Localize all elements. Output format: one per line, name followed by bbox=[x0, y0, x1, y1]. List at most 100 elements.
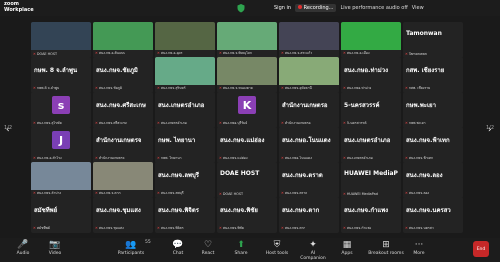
participant-tile[interactable]: ✕สนง.กษจ.ลำปาง bbox=[31, 162, 91, 198]
participants-button[interactable]: 👥 Participants bbox=[116, 240, 146, 256]
breakout-rooms-button[interactable]: ⊞ Breakout rooms bbox=[366, 240, 406, 256]
video-grid: ✕DOAE HOST ✕สนง.กษ.อ.ต้นแบบ ✕สนง.กษ.อ.อุดร… bbox=[31, 22, 466, 233]
participant-tile[interactable]: กสพ. เชียงราย ✕กสพ. เชียงราย bbox=[403, 57, 463, 93]
participant-label: ✕สนง.กษจ.อุทัยธานี bbox=[281, 86, 312, 91]
participant-tile[interactable]: สำนักงานเกษตรจ ✕สำนักงานเกษตรจ bbox=[93, 127, 153, 163]
participant-tile[interactable]: K ✕สนง.กษอ.บุรีรัมย์ bbox=[217, 92, 277, 128]
participant-tile[interactable]: ✕สนง.กษ.อ.อุดร bbox=[155, 22, 215, 58]
ai-companion-button[interactable]: ✦ AI Companion bbox=[298, 240, 328, 261]
participant-label-text: สนง.กษจ.ศรีสะเกษ bbox=[98, 121, 127, 125]
participant-tile[interactable]: สนง.กษจ.ชัยภูมิ ✕สนง.กษจ.ชัยภูมิ bbox=[93, 57, 153, 93]
participant-tile[interactable]: ✕สนง.กษ.อ.เมือง bbox=[341, 22, 401, 58]
participant-tile[interactable]: สนง.กษจ.พิชัย ✕สนง.กษจ.พิชัย bbox=[217, 197, 277, 233]
participant-name: สนง.เกษตรอำเภอ bbox=[344, 137, 391, 144]
participant-tile[interactable]: กษพ.พะเยา ✕กษพ.พะเยา bbox=[403, 92, 463, 128]
participant-label: ✕สนง.เกษตรอำเภอ bbox=[343, 156, 373, 161]
view-button[interactable]: View bbox=[412, 5, 424, 11]
participant-tile[interactable]: สนง.กษจ.ลพบุรี ✕สนง.กษจ.ลพบุรี bbox=[155, 162, 215, 198]
participant-tile[interactable]: กษพ. ไทยานา ✕กษพ. ไทยานา bbox=[155, 127, 215, 163]
audio-button[interactable]: 🎤 Audio bbox=[8, 240, 38, 256]
participant-tile[interactable]: ✕สนง.กษจ.สุรินทร์ bbox=[155, 57, 215, 93]
muted-mic-icon: ✕ bbox=[343, 156, 346, 160]
participant-label-text: สนง.กษจ.ฟ้าเทก bbox=[408, 156, 434, 160]
participant-tile[interactable]: สนง.กษอ.ท่าม่วง ✕สนง.กษอ.ท่าม่วง bbox=[341, 57, 401, 93]
participant-label: ✕สนง.เกษตรอำเภอ bbox=[157, 121, 187, 126]
muted-mic-icon: ✕ bbox=[281, 121, 284, 125]
participant-tile[interactable]: สนง.เกษตรอำเภอ ✕สนง.เกษตรอำเภอ bbox=[155, 92, 215, 128]
participant-tile[interactable]: ✕สนง.กษ.อ.ต้นแบบ bbox=[93, 22, 153, 58]
muted-mic-icon: ✕ bbox=[405, 52, 408, 56]
participant-tile[interactable]: สำนักงานเกษตรอ ✕สำนักงานเกษตรอ bbox=[279, 92, 339, 128]
participant-tile[interactable]: สนง.กษจ.พิจิตร ✕สนง.กษจ.พิจิตร bbox=[155, 197, 215, 233]
participant-tile[interactable]: สนง.กษจ.ชุมแสง ✕สนง.กษจ.ชุมแสง bbox=[93, 197, 153, 233]
signin-button[interactable]: Sign in bbox=[274, 5, 291, 11]
muted-mic-icon: ✕ bbox=[157, 191, 160, 195]
participant-tile[interactable]: สนง.กษอ.โนนแดง ✕สนง.กษอ.โนนแดง bbox=[279, 127, 339, 163]
participant-tile[interactable]: สนง.เกษตรอำเภอ ✕สนง.เกษตรอำเภอ bbox=[341, 127, 401, 163]
participant-label-text: สำนักงานเกษตรจ bbox=[98, 156, 125, 160]
participant-label-text: สมัชทีพย์ bbox=[36, 226, 50, 230]
share-button[interactable]: ⬆ Share bbox=[226, 240, 256, 256]
shield-icon[interactable] bbox=[236, 3, 246, 13]
participant-tile[interactable]: สนง.กษจ.แม่ฮ่อง ✕สนง.กษจ.แม่ฮ่อง bbox=[217, 127, 277, 163]
participant-label: ✕สนง.กษ.จ.พิษณุโลก bbox=[219, 51, 252, 56]
participant-label: ✕DOAE HOST bbox=[219, 192, 243, 196]
participant-label: ✕HUAWEI MediaPad bbox=[343, 192, 378, 196]
participant-tile[interactable]: สนง.กษจ.กำแพง ✕สนง.กษจ.กำแพง bbox=[341, 197, 401, 233]
participant-tile[interactable]: ✕สนง.กษจ.อุทัยธานี bbox=[279, 57, 339, 93]
participant-tile[interactable]: กษพ. 8 จ.ลำพูน ✕กษพ.8 จ.ลำพูน bbox=[31, 57, 91, 93]
participant-name: กษพ. ไทยานา bbox=[158, 137, 196, 144]
participant-tile[interactable]: Tamonwan ✕Tamonwan bbox=[403, 22, 463, 58]
participant-label: ✕สนง.กษ.จ.สระแก้ว bbox=[281, 51, 312, 56]
participant-tile[interactable]: HUAWEI MediaP ✕HUAWEI MediaPad bbox=[341, 162, 401, 198]
participant-tile[interactable]: J ✕สนง.กษ.อ.สำโรง bbox=[31, 127, 91, 163]
participant-tile[interactable]: สนง.กษจ.ศรีสะเกษ ✕สนง.กษจ.ศรีสะเกษ bbox=[93, 92, 153, 128]
participant-tile[interactable]: สนง.กษจ.นครสว ✕สนง.กษจ.นครสว bbox=[403, 197, 463, 233]
participant-tile[interactable]: ✕สนง.กษ.จ.สระแก้ว bbox=[279, 22, 339, 58]
participant-label-text: สนง.กษจ.นครสว bbox=[408, 226, 434, 230]
host-tools-button[interactable]: ⛨ Host tools bbox=[262, 240, 292, 256]
participant-tile[interactable]: 5-นครสวรรค์ ✕5-นครสวรรค์ bbox=[341, 92, 401, 128]
participant-tile[interactable]: สนง.กษจ.ตาก ✕สนง.กษจ.ตาก bbox=[279, 197, 339, 233]
react-label: React bbox=[201, 251, 215, 256]
participant-video bbox=[279, 57, 339, 85]
participant-tile[interactable]: สนง.กษจ.ฟ้าเทก ✕สนง.กษจ.ฟ้าเทก bbox=[403, 127, 463, 163]
participant-label-text: สนง.กษ.จ.สระแก้ว bbox=[284, 51, 313, 55]
end-button[interactable]: End bbox=[473, 241, 489, 257]
camera-icon: 📷 bbox=[49, 240, 61, 250]
recording-indicator[interactable]: Recording... bbox=[295, 4, 337, 12]
participant-label-text: สนง.กษจ.ตราด bbox=[284, 191, 308, 195]
more-button[interactable]: ··· More bbox=[404, 240, 434, 256]
participant-video bbox=[31, 162, 91, 190]
participant-avatar: K bbox=[238, 96, 256, 114]
chat-button[interactable]: 💬 Chat bbox=[163, 240, 193, 256]
breakout-label: Breakout rooms bbox=[368, 251, 404, 256]
apps-button[interactable]: ▦ Apps bbox=[332, 240, 362, 256]
participant-label-text: สนง.กษจ.ตาก bbox=[284, 226, 306, 230]
participant-label-text: สนง.กษจ.แม่ฮ่อง bbox=[222, 156, 248, 160]
react-button[interactable]: ♡ React bbox=[193, 240, 223, 256]
participant-label-text: DOAE HOST bbox=[36, 52, 58, 56]
participant-name: สนง.กษจ.ฟ้าเทก bbox=[406, 137, 450, 144]
participant-tile[interactable]: s ✕สนง.กษจ.สุโขทัย bbox=[31, 92, 91, 128]
muted-mic-icon: ✕ bbox=[405, 226, 408, 230]
participant-tile[interactable]: สนง.กษจ.ตราด ✕สนง.กษจ.ตราด bbox=[279, 162, 339, 198]
muted-mic-icon: ✕ bbox=[157, 51, 160, 55]
participant-tile[interactable]: DOAE HOST ✕DOAE HOST bbox=[217, 162, 277, 198]
participant-tile[interactable]: สนง.กษจ.ลอง ✕สนง.กษจ.ลอง bbox=[403, 162, 463, 198]
participant-tile[interactable]: สมัชทีพย์ ✕สมัชทีพย์ bbox=[31, 197, 91, 233]
participants-icon: 👥 bbox=[125, 240, 137, 250]
participant-tile[interactable]: ✕สนง.กษ.จ.หนองคาย bbox=[217, 57, 277, 93]
participant-label-text: สนง.กษจ.กำแพง bbox=[346, 226, 372, 230]
participant-label: ✕DOAE HOST bbox=[33, 52, 57, 56]
participant-label: ✕กษพ.พะเยา bbox=[405, 121, 426, 126]
muted-mic-icon: ✕ bbox=[157, 86, 160, 90]
video-button[interactable]: 📷 Video bbox=[40, 240, 70, 256]
participant-tile[interactable]: ✕DOAE HOST bbox=[31, 22, 91, 58]
participant-label-text: สนง.กษจ.ลำปาง bbox=[36, 191, 62, 195]
participant-tile[interactable]: ✕สนง.กษ.จ.พิษณุโลก bbox=[217, 22, 277, 58]
microphone-icon: 🎤 bbox=[17, 240, 29, 250]
participant-tile[interactable]: ✕สนง.กษ.จ.ตาก bbox=[93, 162, 153, 198]
live-performance-status[interactable]: Live performance audio off bbox=[340, 5, 407, 11]
participant-label-text: สนง.กษจ.สุโขทัย bbox=[36, 121, 62, 125]
